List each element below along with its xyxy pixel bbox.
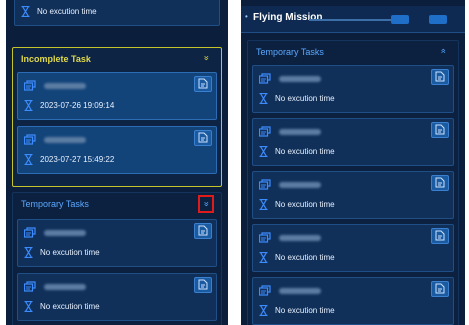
task-icon xyxy=(24,80,36,91)
header-action-button[interactable] xyxy=(429,15,447,24)
task-icon xyxy=(259,285,271,296)
document-button[interactable] xyxy=(431,122,449,138)
task-name-blurred xyxy=(44,230,86,236)
temporary-task-card[interactable]: No excution time xyxy=(17,219,217,267)
document-icon xyxy=(198,279,208,290)
incomplete-task-section: Incomplete Task » 2023-07-26 19:09:14 20… xyxy=(12,47,222,187)
document-button[interactable] xyxy=(194,130,212,146)
hourglass-icon xyxy=(259,305,268,316)
document-icon xyxy=(435,124,445,135)
hourglass-icon xyxy=(21,6,30,17)
flying-mission-header: • Flying Mission xyxy=(241,6,465,33)
document-button[interactable] xyxy=(431,228,449,244)
task-icon xyxy=(259,73,271,84)
task-icon xyxy=(259,232,271,243)
document-icon xyxy=(435,71,445,82)
header-marker-icon: • xyxy=(245,12,248,21)
task-name-blurred xyxy=(279,129,321,135)
task-time-text: No excution time xyxy=(40,302,100,311)
task-name-blurred xyxy=(279,182,321,188)
task-icon xyxy=(24,134,36,145)
incomplete-task-title: Incomplete Task xyxy=(21,54,91,64)
task-time-text: No excution time xyxy=(275,253,335,262)
temporary-tasks-section: Temporary Tasks » No excution time No ex… xyxy=(12,192,222,325)
incomplete-task-card[interactable]: 2023-07-27 15:49:22 xyxy=(17,126,217,174)
document-button[interactable] xyxy=(431,69,449,85)
temporary-tasks-title: Temporary Tasks xyxy=(256,47,324,57)
double-chevron-icon[interactable]: » xyxy=(202,52,212,64)
task-time-text: No excution time xyxy=(275,147,335,156)
task-icon xyxy=(24,227,36,238)
double-chevron-icon[interactable]: » xyxy=(198,195,214,213)
document-icon xyxy=(198,78,208,89)
temporary-task-card[interactable]: No excution time xyxy=(252,171,454,219)
double-chevron-icon[interactable]: « xyxy=(439,45,449,57)
task-name-blurred xyxy=(44,83,86,89)
task-time-text: No excution time xyxy=(275,94,335,103)
left-mission-panel: No excution time Incomplete Task » 2023-… xyxy=(6,0,228,325)
hourglass-icon xyxy=(259,252,268,263)
task-card[interactable]: No excution time xyxy=(14,0,220,26)
document-icon xyxy=(198,132,208,143)
hourglass-icon xyxy=(24,100,33,111)
document-button[interactable] xyxy=(431,281,449,297)
task-name-blurred xyxy=(44,137,86,143)
task-time-text: 2023-07-26 19:09:14 xyxy=(40,101,115,110)
temporary-task-card[interactable]: No excution time xyxy=(17,273,217,321)
temporary-task-card[interactable]: No excution time xyxy=(252,277,454,325)
task-icon xyxy=(24,281,36,292)
hourglass-icon xyxy=(259,146,268,157)
document-button[interactable] xyxy=(194,223,212,239)
incomplete-task-card[interactable]: 2023-07-26 19:09:14 xyxy=(17,72,217,120)
document-icon xyxy=(435,230,445,241)
task-icon xyxy=(259,179,271,190)
task-time-text: No excution time xyxy=(275,306,335,315)
task-time-text: No excution time xyxy=(275,200,335,209)
hourglass-icon xyxy=(24,247,33,258)
task-icon xyxy=(259,126,271,137)
temporary-tasks-section: Temporary Tasks « No excution time No ex… xyxy=(247,40,459,325)
document-button[interactable] xyxy=(431,175,449,191)
header-title: Flying Mission xyxy=(253,12,323,23)
header-divider xyxy=(309,19,393,21)
temporary-task-card[interactable]: No excution time xyxy=(252,224,454,272)
document-icon xyxy=(435,177,445,188)
task-time-text: 2023-07-27 15:49:22 xyxy=(40,155,115,164)
document-icon xyxy=(435,283,445,294)
hourglass-icon xyxy=(24,301,33,312)
temporary-tasks-title: Temporary Tasks xyxy=(21,199,89,209)
task-time-text: No excution time xyxy=(40,248,100,257)
right-mission-panel: • Flying Mission Temporary Tasks « No ex… xyxy=(241,0,465,325)
task-name-blurred xyxy=(279,76,321,82)
header-toggle-button[interactable] xyxy=(391,15,409,24)
temporary-task-card[interactable]: No excution time xyxy=(252,118,454,166)
hourglass-icon xyxy=(259,93,268,104)
document-button[interactable] xyxy=(194,277,212,293)
document-button[interactable] xyxy=(194,76,212,92)
task-name-blurred xyxy=(44,284,86,290)
task-name-blurred xyxy=(279,288,321,294)
document-icon xyxy=(198,225,208,236)
hourglass-icon xyxy=(24,154,33,165)
hourglass-icon xyxy=(259,199,268,210)
task-name-blurred xyxy=(279,235,321,241)
temporary-task-card[interactable]: No excution time xyxy=(252,65,454,113)
task-time-text: No excution time xyxy=(37,7,97,16)
